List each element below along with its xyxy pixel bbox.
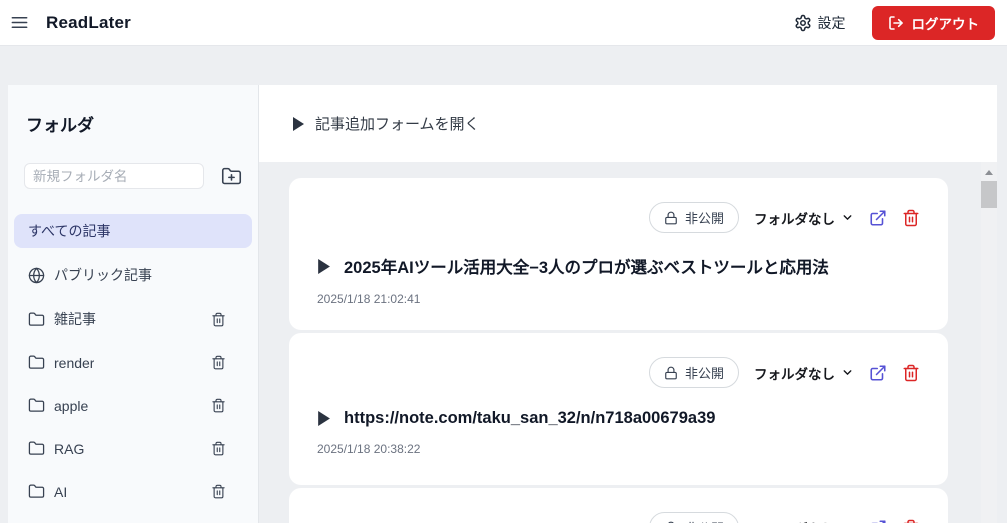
- scrollbar[interactable]: [981, 162, 997, 523]
- article-badge-row: 非公開 フォルダなし: [317, 357, 920, 388]
- folder-select-label: フォルダなし: [754, 211, 835, 227]
- visibility-label: 非公開: [684, 366, 724, 381]
- app-header: ReadLater 設定 ログアウト: [0, 0, 1007, 46]
- scrollbar-thumb[interactable]: [981, 181, 997, 208]
- new-folder-name-input[interactable]: [24, 163, 204, 189]
- folder-select-dropdown[interactable]: フォルダなし: [754, 208, 854, 228]
- visibility-label: 非公開: [685, 518, 724, 523]
- delete-folder-button[interactable]: [211, 484, 226, 499]
- article-badge-row: 非公開 フォルダなし: [317, 512, 920, 523]
- open-article-link-button[interactable]: [869, 519, 887, 523]
- lock-icon: [664, 211, 678, 225]
- article-badge-row: 非公開 フォルダなし: [317, 202, 920, 233]
- visibility-badge: 非公開: [648, 512, 739, 523]
- delete-folder-button[interactable]: [211, 441, 226, 456]
- folder-item-label: render: [54, 354, 95, 371]
- add-folder-button[interactable]: [221, 166, 242, 187]
- folder-icon: [28, 311, 45, 328]
- triangle-right-icon: [317, 411, 330, 426]
- trash-icon: [211, 312, 226, 327]
- article-card-list: 非公開 フォルダなし 2025年AIツール活用大全−3人のプロが選ぶベストツール…: [259, 162, 997, 523]
- open-article-link-button[interactable]: [869, 364, 887, 382]
- folder-item-label: すべての記事: [28, 223, 111, 239]
- article-title: https://note.com/taku_san_32/n/n718a0067…: [344, 409, 716, 427]
- new-folder-row: [24, 163, 242, 189]
- trash-icon: [211, 441, 226, 456]
- delete-folder-button[interactable]: [211, 312, 226, 327]
- folder-icon: [28, 440, 45, 457]
- page-layout: フォルダ すべての記事 パブリック記事 雑記事: [8, 85, 997, 523]
- folder-icon: [28, 483, 45, 500]
- folder-select-label: フォルダなし: [754, 518, 835, 523]
- article-card: 非公開 フォルダなし: [289, 488, 948, 523]
- main-panel: 記事追加フォームを開く 非公開 フォルダなし 2025年AIツール活用大全−3人…: [259, 85, 997, 523]
- delete-article-button[interactable]: [902, 519, 920, 523]
- article-title: 2025年AIツール活用大全−3人のプロが選ぶベストツールと応用法: [344, 259, 829, 277]
- add-article-toggle-label: 記事追加フォームを開く: [315, 116, 480, 133]
- folder-sidebar: フォルダ すべての記事 パブリック記事 雑記事: [8, 85, 259, 523]
- trash-icon: [211, 355, 226, 370]
- folder-item-label: パブリック記事: [54, 267, 152, 283]
- sidebar-folder-item[interactable]: パブリック記事: [14, 258, 252, 292]
- trash-icon: [902, 364, 920, 382]
- folder-icon: [28, 397, 45, 414]
- folder-item-label: RAG: [54, 440, 85, 457]
- chevron-down-icon: [841, 366, 854, 379]
- sidebar-folder-item[interactable]: render: [14, 346, 252, 379]
- trash-icon: [211, 398, 226, 413]
- add-article-row: 記事追加フォームを開く: [259, 85, 997, 162]
- folder-select-label: フォルダなし: [754, 366, 835, 382]
- delete-article-button[interactable]: [902, 209, 920, 227]
- article-card: 非公開 フォルダなし https://note.com/taku_san_32/…: [289, 333, 948, 485]
- logout-button[interactable]: ログアウト: [871, 5, 995, 40]
- app-title: ReadLater: [46, 12, 131, 32]
- settings-label: 設定: [817, 14, 846, 31]
- globe-icon: [28, 267, 45, 284]
- folder-item-label: apple: [54, 397, 89, 414]
- settings-button[interactable]: 設定: [794, 13, 846, 33]
- delete-folder-button[interactable]: [211, 398, 226, 413]
- folder-select-dropdown[interactable]: フォルダなし: [754, 518, 854, 523]
- triangle-right-icon: [292, 116, 304, 131]
- delete-article-button[interactable]: [902, 364, 920, 382]
- gear-icon: [794, 14, 812, 32]
- external-link-icon: [869, 209, 887, 227]
- logout-label: ログアウト: [911, 16, 980, 32]
- folder-plus-icon: [221, 166, 242, 187]
- scrollbar-up-arrow-icon[interactable]: [981, 164, 997, 180]
- sidebar-folder-item[interactable]: 雑記事: [14, 302, 252, 336]
- article-card: 非公開 フォルダなし 2025年AIツール活用大全−3人のプロが選ぶベストツール…: [289, 178, 948, 330]
- sidebar-folder-item[interactable]: RAG: [14, 432, 252, 465]
- trash-icon: [902, 209, 920, 227]
- visibility-badge: 非公開: [648, 357, 739, 388]
- lock-icon: [664, 366, 678, 380]
- folder-item-label: 雑記事: [54, 311, 96, 327]
- visibility-label: 非公開: [684, 211, 724, 226]
- open-article-link-button[interactable]: [869, 209, 887, 227]
- article-title-row[interactable]: 2025年AIツール活用大全−3人のプロが選ぶベストツールと応用法: [317, 254, 920, 278]
- external-link-icon: [869, 519, 887, 523]
- chevron-down-icon: [841, 211, 854, 224]
- article-date: 2025/1/18 20:38:22: [317, 442, 421, 456]
- delete-folder-button[interactable]: [211, 355, 226, 370]
- folder-select-dropdown[interactable]: フォルダなし: [754, 363, 854, 383]
- triangle-right-icon: [317, 258, 330, 274]
- visibility-badge: 非公開: [648, 202, 739, 233]
- sidebar-folder-item[interactable]: AI: [14, 475, 252, 508]
- folder-list: すべての記事 パブリック記事 雑記事 render apple RAG AI: [14, 214, 252, 508]
- trash-icon: [902, 519, 920, 523]
- open-add-article-form-toggle[interactable]: 記事追加フォームを開く: [292, 113, 480, 134]
- sidebar-folder-item[interactable]: すべての記事: [14, 214, 252, 248]
- folder-icon: [28, 354, 45, 371]
- external-link-icon: [869, 364, 887, 382]
- sidebar-heading: フォルダ: [26, 116, 94, 135]
- logout-icon: [888, 15, 904, 31]
- sidebar-folder-item[interactable]: apple: [14, 389, 252, 422]
- article-scroll-area: 非公開 フォルダなし 2025年AIツール活用大全−3人のプロが選ぶベストツール…: [259, 162, 997, 523]
- folder-item-label: AI: [54, 483, 68, 500]
- article-date: 2025/1/18 21:02:41: [317, 292, 421, 306]
- hamburger-menu-icon[interactable]: [6, 9, 33, 36]
- trash-icon: [211, 484, 226, 499]
- article-title-row[interactable]: https://note.com/taku_san_32/n/n718a0067…: [317, 409, 920, 428]
